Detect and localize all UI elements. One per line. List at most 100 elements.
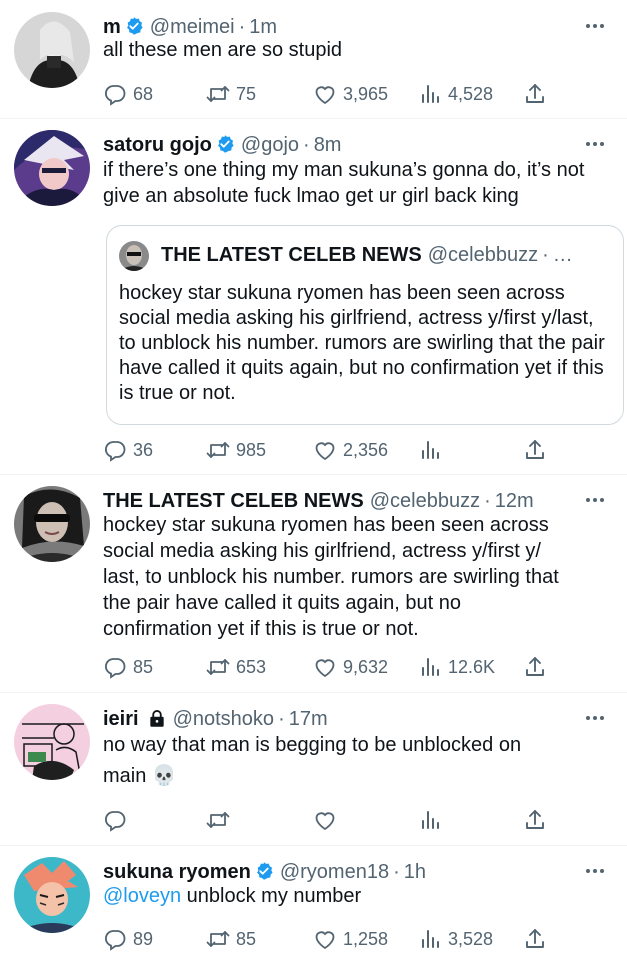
share-icon [523, 655, 547, 679]
timestamp[interactable]: 1h [404, 861, 426, 883]
more-icon[interactable] [583, 14, 607, 38]
retweet-count: 985 [236, 439, 267, 460]
views-button[interactable]: 4,528 [418, 81, 493, 107]
action-bar: 36 985 2,356 [103, 437, 548, 463]
like-count: 1,258 [343, 928, 389, 949]
retweet-count: 653 [236, 656, 267, 677]
reply-button[interactable]: 68 [103, 81, 153, 107]
action-bar: 85 653 9,632 12.6K [103, 654, 548, 680]
retweet-button[interactable]: 85 [206, 926, 256, 952]
tweet-header: THE LATEST CELEB NEWS @celebbuzz · 12m [103, 488, 607, 514]
mention-link[interactable]: @loveyn [103, 885, 181, 907]
more-icon[interactable] [583, 132, 607, 156]
reply-count: 89 [133, 928, 154, 949]
tweet-text: if there’s one thing my man sukuna’s gon… [103, 159, 585, 207]
retweet-icon [206, 808, 230, 832]
share-button[interactable] [523, 926, 547, 952]
display-name[interactable]: sukuna ryomen [103, 861, 251, 883]
avatar[interactable] [14, 12, 90, 88]
retweet-icon [206, 927, 230, 951]
quoted-tweet-text: hockey star sukuna ryomen has been seen … [119, 282, 605, 404]
like-icon [313, 808, 337, 832]
handle[interactable]: @meimei [150, 16, 235, 38]
views-count: 4,528 [448, 83, 494, 104]
like-count: 2,356 [343, 439, 389, 460]
retweet-button[interactable]: 985 [206, 437, 266, 463]
retweet-button[interactable]: 75 [206, 81, 256, 107]
more-icon[interactable] [583, 488, 607, 512]
share-icon [523, 927, 547, 951]
separator-dot: · [303, 134, 310, 156]
like-icon [313, 82, 337, 106]
tweet[interactable]: THE LATEST CELEB NEWS @celebbuzz · 12m hock… [0, 474, 627, 693]
quoted-tweet-header: THE LATEST CELEB NEWS @celebbuzz ·… [119, 240, 613, 271]
reply-button[interactable]: 89 [103, 926, 153, 952]
separator-dot: · [484, 490, 491, 512]
tweet[interactable]: sukuna ryomen @ryomen18 · 1h @loveyn unbloc… [0, 845, 627, 960]
retweet-icon [206, 82, 230, 106]
more-icon[interactable] [583, 706, 607, 730]
timestamp[interactable]: 17m [289, 708, 328, 730]
views-button[interactable]: 3,528 [418, 926, 493, 952]
handle[interactable]: @celebbuzz [370, 490, 480, 512]
tweet[interactable]: ieiri @notshoko · 17m no way that man is be… [0, 692, 627, 846]
like-button[interactable] [313, 807, 343, 833]
display-name[interactable]: THE LATEST CELEB NEWS [103, 490, 364, 512]
views-button[interactable]: 12.6K [418, 654, 495, 680]
more-icon[interactable] [583, 859, 607, 883]
reply-icon [103, 438, 127, 462]
quoted-avatar [119, 240, 149, 271]
views-icon [418, 808, 442, 832]
quoted-tweet[interactable]: THE LATEST CELEB NEWS @celebbuzz ·… hockey… [106, 225, 624, 425]
timestamp[interactable]: 12m [495, 490, 534, 512]
views-button[interactable] [418, 437, 448, 463]
tweet[interactable]: m @meimei · 1m all these men are so stupid … [0, 0, 627, 119]
handle[interactable]: @ryomen18 [280, 861, 389, 883]
views-button[interactable] [418, 807, 448, 833]
retweet-button[interactable]: 653 [206, 654, 266, 680]
display-name[interactable]: m [103, 16, 121, 38]
reply-count: 36 [133, 439, 154, 460]
retweet-button[interactable] [206, 807, 236, 833]
separator-dot: · [542, 244, 549, 266]
verified-badge-icon [124, 16, 144, 36]
views-count: 12.6K [448, 656, 496, 677]
reply-button[interactable]: 36 [103, 437, 153, 463]
share-icon [523, 438, 547, 462]
tweet[interactable]: satoru gojo @gojo · 8m if there’s one thing… [0, 118, 627, 475]
timestamp[interactable]: 1m [249, 16, 277, 38]
display-name[interactable]: satoru gojo [103, 134, 212, 156]
separator-dot: · [238, 16, 246, 38]
verified-badge-icon [215, 134, 235, 154]
like-button[interactable]: 2,356 [313, 437, 388, 463]
like-button[interactable]: 1,258 [313, 926, 388, 952]
reply-count: 68 [133, 83, 154, 104]
reply-count: 85 [133, 656, 154, 677]
like-icon [313, 438, 337, 462]
share-icon [523, 808, 547, 832]
share-button[interactable] [523, 654, 547, 680]
tweet-text-body: unblock my number [181, 885, 362, 907]
verified-badge-icon [254, 861, 274, 881]
share-button[interactable] [523, 807, 547, 833]
action-bar [103, 807, 548, 833]
avatar[interactable] [14, 486, 90, 562]
views-icon [418, 927, 442, 951]
tweet-text: all these men are so stupid [103, 39, 343, 61]
handle[interactable]: @notshoko [173, 708, 274, 730]
share-button[interactable] [523, 437, 547, 463]
avatar[interactable] [14, 130, 90, 206]
action-bar: 68 75 3,965 4,528 [103, 81, 548, 107]
share-button[interactable] [523, 81, 547, 107]
reply-icon [103, 927, 127, 951]
avatar[interactable] [14, 704, 90, 780]
avatar[interactable] [14, 857, 90, 933]
like-button[interactable]: 3,965 [313, 81, 388, 107]
reply-button[interactable] [103, 807, 133, 833]
timestamp[interactable]: 8m [314, 134, 342, 156]
display-name[interactable]: ieiri [103, 708, 139, 730]
like-button[interactable]: 9,632 [313, 654, 388, 680]
handle[interactable]: @gojo [241, 134, 299, 156]
tweet-header: sukuna ryomen @ryomen18 · 1h [103, 859, 607, 885]
reply-button[interactable]: 85 [103, 654, 153, 680]
